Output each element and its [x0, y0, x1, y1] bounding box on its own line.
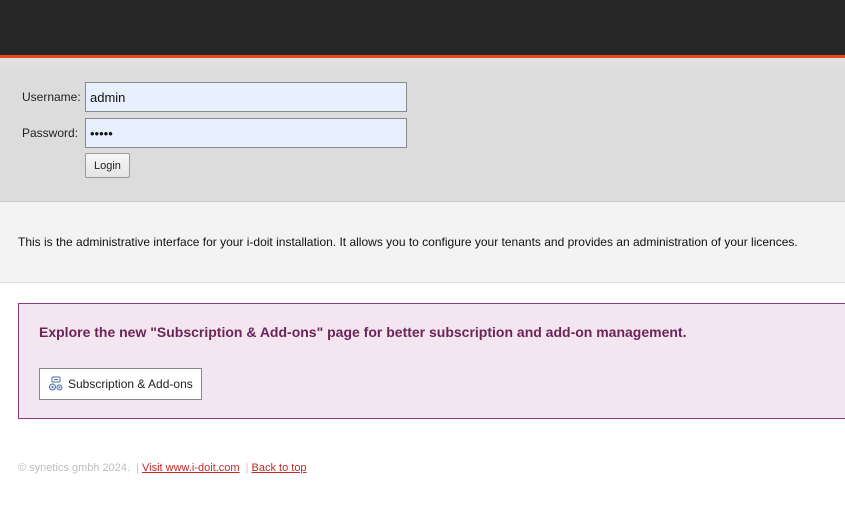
addons-icon	[48, 376, 64, 392]
username-input[interactable]	[85, 82, 407, 112]
footer-separator: |	[136, 462, 139, 474]
info-text: This is the administrative interface for…	[18, 235, 798, 249]
subscription-addons-button[interactable]: Subscription & Add-ons	[39, 368, 202, 400]
login-button[interactable]: Login	[85, 153, 130, 178]
footer-separator: |	[245, 462, 249, 474]
visit-website-link[interactable]: Visit www.i-doit.com	[142, 462, 240, 474]
password-row: Password:	[22, 118, 407, 148]
password-input[interactable]	[85, 118, 407, 148]
back-to-top-link[interactable]: Back to top	[252, 462, 307, 474]
info-panel: This is the administrative interface for…	[0, 202, 845, 283]
promo-title: Explore the new "Subscription & Add-ons"…	[39, 324, 687, 340]
footer: © synetics gmbh 2024. | Visit www.i-doit.…	[18, 462, 307, 474]
copyright-text: © synetics gmbh 2024.	[18, 462, 131, 474]
subscription-addons-label: Subscription & Add-ons	[68, 377, 193, 391]
top-bar	[0, 0, 845, 58]
username-label: Username:	[22, 90, 81, 104]
promo-box: Explore the new "Subscription & Add-ons"…	[18, 303, 845, 419]
password-label: Password:	[22, 126, 79, 140]
login-panel: Username: Password: Login	[0, 58, 845, 202]
username-row: Username:	[22, 82, 407, 112]
